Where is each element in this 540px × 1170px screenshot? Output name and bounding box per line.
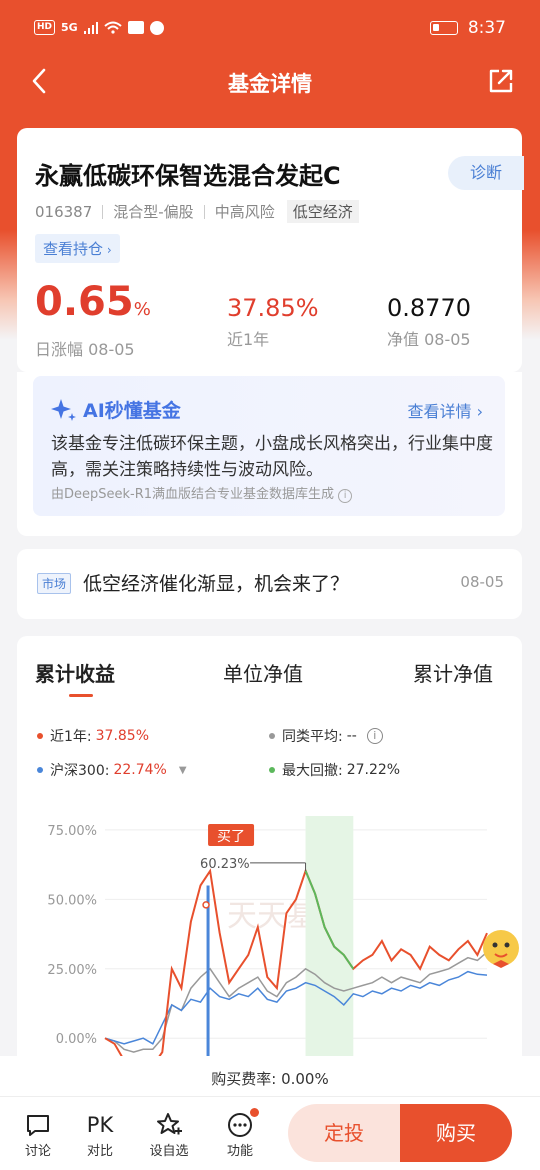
tab-underline [69,694,93,697]
star-plus-icon [157,1113,182,1135]
daily-change-value: 0.65 [35,279,134,325]
tab-cumulative-nav[interactable]: 累计净值 [413,658,493,687]
mascot-eye [504,942,510,948]
purchase-fee: 购买费率: 0.00% [211,1070,329,1088]
app-notification-icon [149,20,164,35]
ai-detail-link[interactable]: 查看详情 › [408,398,484,422]
tab-unit-nav[interactable]: 单位净值 [223,658,303,687]
info-icon[interactable]: i [338,489,353,503]
market-date: 08-05 [460,573,504,591]
notification-dot [250,1108,259,1117]
legend-average: 同类平均: -- i [269,726,383,746]
daily-change-label: 日涨幅 08-05 [35,340,135,359]
signal-icon [83,21,98,34]
average-line [104,951,488,1053]
compare-label: 对比 [86,1144,113,1159]
buy-button[interactable]: 购买 [400,1104,512,1162]
peak-label: 60.23% [200,857,250,872]
page-title: 基金详情 [228,72,312,96]
battery-icon [429,21,458,35]
chart-tabs: 累计收益 单位净值 累计净值 [17,658,522,698]
year-return: 37.85% 近1年 [227,294,319,350]
fund-summary-card: 永赢低碳环保智选混合发起C 诊断 016387 混合型-偏股 中高风险 低空经济… [17,128,524,372]
y-tick-label: 50.00% [47,893,97,908]
buy-marker-label: 买了 [217,829,245,845]
pk-icon: PK [86,1113,114,1137]
discuss-label: 讨论 [24,1144,51,1159]
chat-icon [27,1115,49,1136]
chart-card: 累计收益 单位净值 累计净值 近1年: 37.85% 同类平均: -- i 沪深30… [17,636,522,1076]
return-chart[interactable]: 75.00%50.00%25.00%0.00%天天基金买了60.23% [17,796,522,1076]
net-value-value: 0.8770 [387,294,471,322]
fund-code: 016387 [35,202,93,221]
nav-bar: 基金详情 [0,56,540,106]
fund-type: 混合型-偏股 [113,203,194,221]
fund-name: 永赢低碳环保智选混合发起C [35,162,341,190]
hd-indicator: HD [34,20,56,35]
share-icon[interactable] [486,66,516,96]
fund-theme-tag[interactable]: 低空经济 [286,200,359,223]
functions-label: 功能 [226,1144,253,1159]
index-line [104,970,488,1045]
status-bar: HD 5G 8:37 [0,0,540,60]
year-return-label: 近1年 [227,330,270,349]
info-icon[interactable]: i [366,728,383,744]
sparkle-icon [51,398,76,421]
clock: 8:37 [467,18,506,38]
y-tick-label: 75.00% [47,824,97,839]
market-news-card[interactable]: 市场 低空经济催化渐显，机会来了？ 08-05 [17,549,522,619]
functions-button[interactable]: 功能 [215,1108,265,1159]
ai-summary-text: 该基金专注低碳环保主题，小盘成长风格突出，行业集中度高，需关注策略持续性与波动风… [51,434,493,480]
ai-summary-box[interactable]: AI秒懂基金 查看详情 › 该基金专注低碳环保主题，小盘成长风格突出，行业集中度… [33,376,505,516]
drawdown-zone [305,816,354,1066]
ai-title: AI秒懂基金 [83,400,181,422]
diagnose-button[interactable]: 诊断 [448,156,524,190]
y-tick-label: 0.00% [56,1032,97,1047]
more-icon [228,1113,252,1137]
daily-change: 0.65% 日涨幅 08-05 [35,280,151,360]
chevron-down-icon: ▼ [178,764,187,776]
market-tag: 市场 [37,573,72,594]
legend-drawdown: 最大回撤: 27.22% [269,760,400,780]
compare-button[interactable]: PK 对比 [75,1110,125,1159]
discuss-button[interactable]: 讨论 [13,1110,63,1159]
buy-point [202,901,210,909]
regular-invest-button[interactable]: 定投 [288,1104,400,1162]
fund-tags: 016387 混合型-偏股 中高风险 低空经济 [35,200,359,223]
legend-fund: 近1年: 37.85% [37,726,149,746]
mail-icon [127,21,144,34]
year-return-value: 37.85% [227,294,319,322]
network-indicator: 5G [61,21,78,34]
daily-change-unit: % [133,299,151,320]
tab-cumulative-return[interactable]: 累计收益 [35,658,115,687]
y-tick-label: 25.00% [47,963,97,978]
market-headline: 低空经济催化渐显，机会来了？ [83,573,350,595]
ai-summary-card: AI秒懂基金 查看详情 › 该基金专注低碳环保主题，小盘成长风格突出，行业集中度… [17,372,522,536]
net-value-label: 净值 08-05 [387,330,471,349]
legend-index[interactable]: 沪深300: 22.74% ▼ [37,760,187,780]
add-watchlist-label: 设自选 [149,1144,189,1159]
net-value: 0.8770 净值 08-05 [387,294,471,350]
view-holdings-link[interactable]: 查看持仓 › [35,234,120,263]
fund-risk: 中高风险 [214,203,275,221]
add-watchlist-button[interactable]: 设自选 [144,1110,194,1159]
wifi-icon [104,21,122,34]
mascot-eye [492,942,498,948]
ai-footer: 由DeepSeek-R1满血版结合专业基金数据库生成 i [51,483,353,503]
bottom-bar: 购买费率: 0.00% 讨论 PK 对比 设自选 功能 定投 购买 [0,1056,540,1170]
